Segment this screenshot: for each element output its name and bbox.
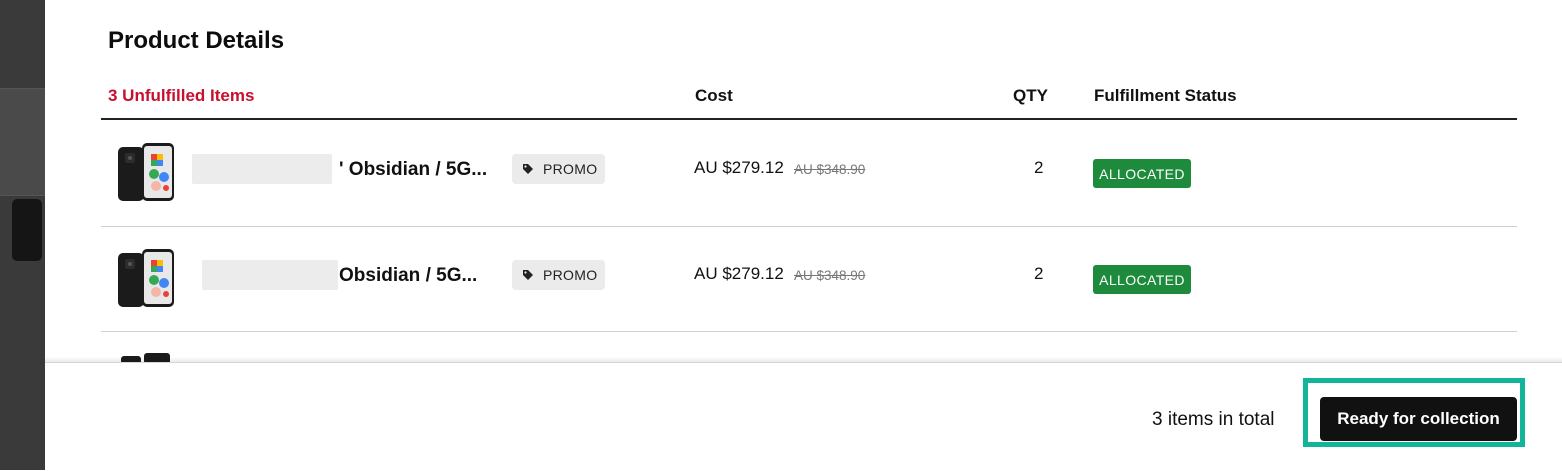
promo-badge: PROMO	[512, 154, 605, 184]
background-phone-image	[12, 199, 42, 261]
tag-icon	[523, 164, 533, 174]
redacted-text	[202, 260, 338, 290]
page-title: Product Details	[108, 27, 285, 54]
price: AU $279.12	[694, 264, 784, 283]
qty-header: QTY	[1013, 86, 1048, 105]
quantity: 2	[1034, 264, 1044, 283]
original-price: AU $348.90	[794, 162, 866, 177]
ready-for-collection-button[interactable]: Ready for collection	[1320, 397, 1517, 441]
background-list-item	[0, 88, 45, 261]
quantity: 2	[1034, 158, 1044, 177]
original-price: AU $348.90	[794, 268, 866, 283]
status-badge: ALLOCATED	[1093, 159, 1191, 188]
footer-bar: 3 items in total Ready for collection	[45, 362, 1562, 471]
phone-image	[118, 143, 174, 201]
table-row[interactable]: ' Obsidian / 5G... PROMO AU $279.12 AU $…	[45, 121, 1562, 225]
product-name[interactable]: ' Obsidian / 5G...	[339, 159, 487, 181]
price: AU $279.12	[694, 158, 784, 177]
status-badge: ALLOCATED	[1093, 265, 1191, 294]
promo-label: PROMO	[543, 267, 598, 283]
table-row[interactable]: Obsidian / 5G... PROMO AU $279.12 AU $34…	[45, 227, 1562, 331]
promo-label: PROMO	[543, 161, 598, 177]
tag-icon	[523, 270, 533, 280]
product-details-panel: Product Details 3 Unfulfilled Items Cost…	[45, 0, 1562, 471]
background-sidebar	[0, 0, 45, 470]
header-divider	[101, 118, 1517, 120]
promo-badge: PROMO	[512, 260, 605, 290]
items-total: 3 items in total	[1152, 409, 1275, 430]
cost-header: Cost	[695, 86, 733, 105]
phone-image	[118, 249, 174, 307]
redacted-text	[192, 154, 332, 184]
unfulfilled-items-header: 3 Unfulfilled Items	[108, 86, 255, 105]
fulfillment-status-header: Fulfillment Status	[1094, 86, 1237, 105]
product-name[interactable]: Obsidian / 5G...	[339, 265, 477, 287]
row-divider	[101, 331, 1517, 332]
